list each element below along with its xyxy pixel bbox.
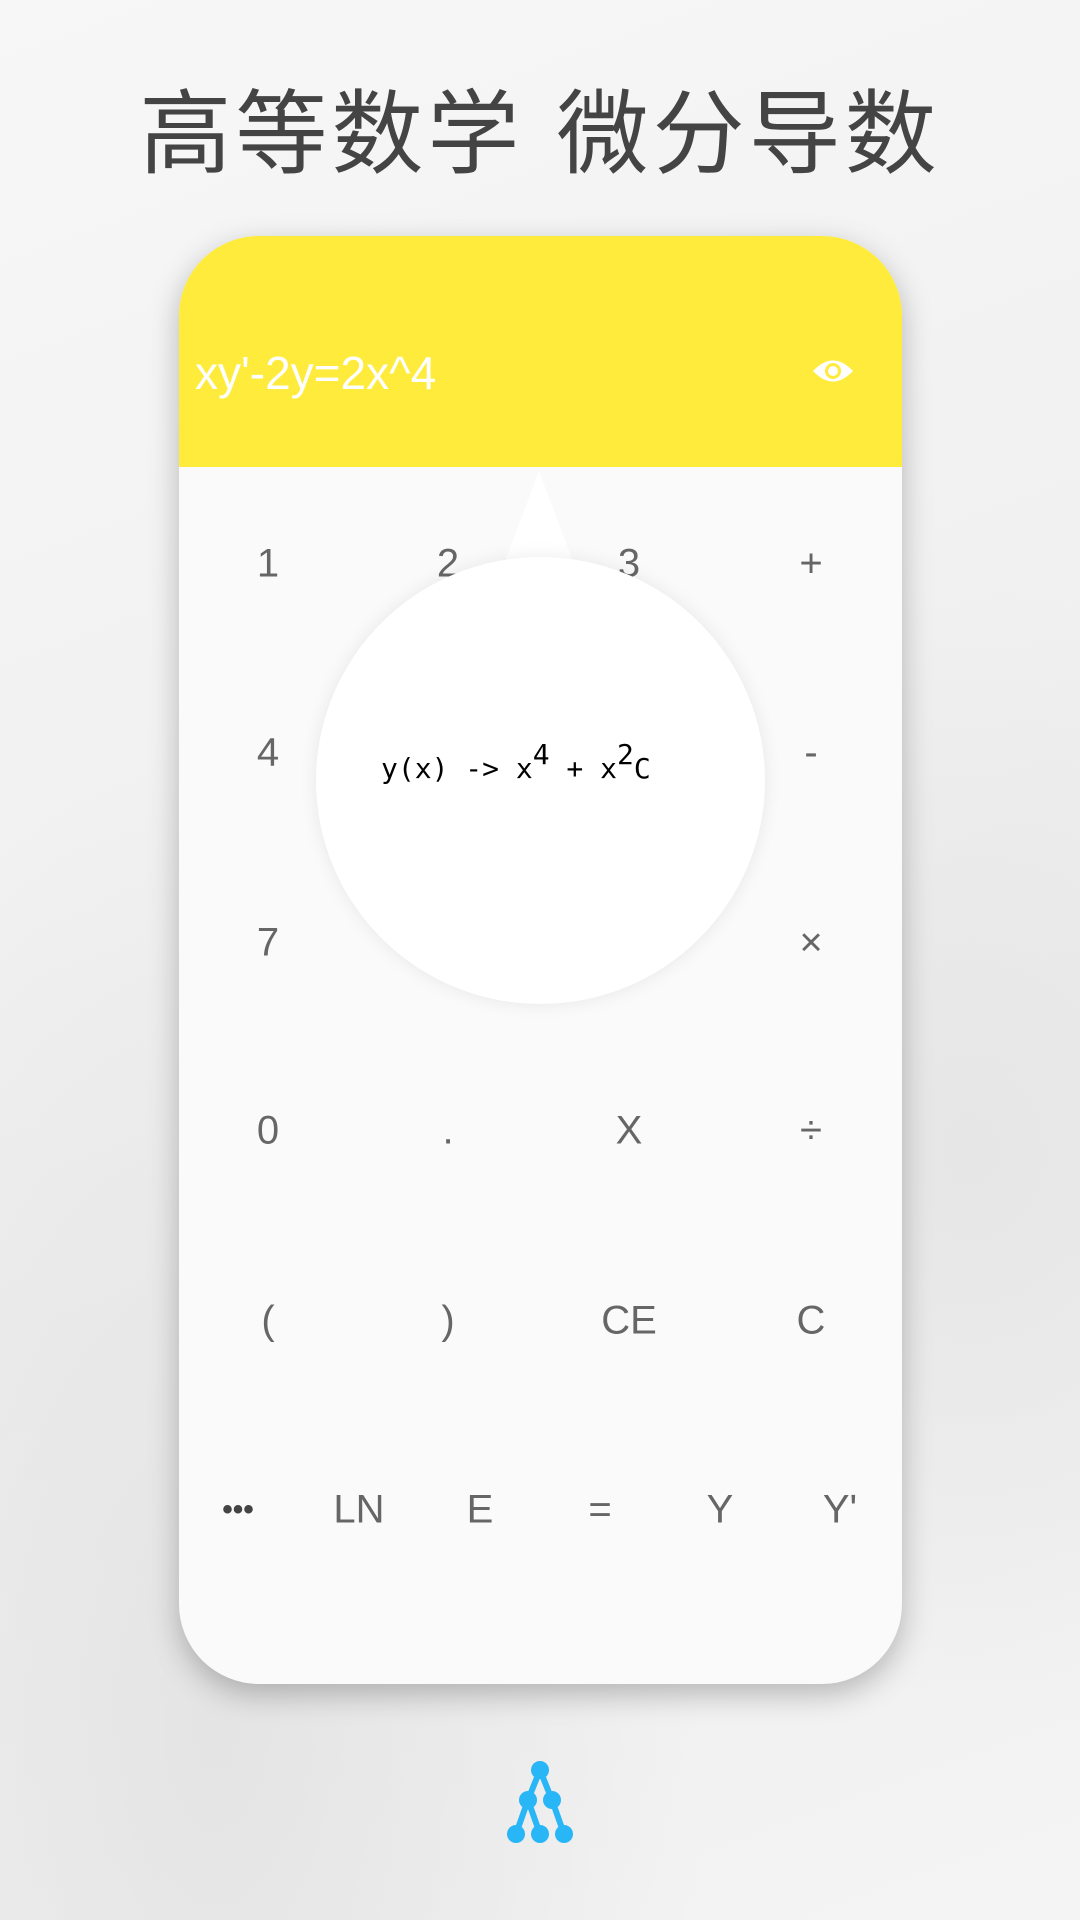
result-prefix: y(x) -> x	[381, 752, 533, 785]
key-button[interactable]: .	[442, 1109, 453, 1154]
bubble-pointer	[503, 471, 575, 567]
eye-icon[interactable]	[811, 356, 855, 386]
expression-header: xy'-2y=2x^4	[179, 236, 902, 467]
key-button[interactable]: 1	[257, 542, 279, 587]
app-logo-icon	[507, 1761, 573, 1843]
key-button[interactable]: Y	[707, 1488, 734, 1533]
key-button[interactable]: E	[467, 1488, 494, 1533]
result-constant: C	[633, 752, 651, 785]
page-title: 高等数学 微分导数	[139, 81, 941, 188]
key-button[interactable]: CE	[601, 1299, 657, 1344]
key-button[interactable]: -	[804, 731, 817, 776]
key-button[interactable]: X	[616, 1109, 643, 1154]
more-button[interactable]: •••	[222, 1493, 254, 1527]
key-button[interactable]: =	[588, 1488, 611, 1533]
key-button[interactable]: LN	[333, 1488, 384, 1533]
result-exponent-1: 4	[532, 738, 550, 771]
key-button[interactable]: 0	[257, 1109, 279, 1154]
key-button[interactable]: 4	[257, 731, 279, 776]
result-middle: + x	[549, 752, 618, 785]
result-text: y(x) -> x4 + x2C	[381, 738, 651, 785]
key-button[interactable]: +	[799, 542, 822, 587]
result-exponent-2: 2	[617, 738, 634, 771]
key-button[interactable]: )	[441, 1299, 454, 1344]
key-button[interactable]: C	[797, 1299, 826, 1344]
key-button[interactable]: ÷	[800, 1109, 822, 1154]
key-button[interactable]: 7	[257, 921, 279, 966]
expression-display[interactable]: xy'-2y=2x^4	[195, 346, 436, 400]
key-button[interactable]: Y'	[823, 1488, 857, 1533]
key-button[interactable]: (	[261, 1299, 274, 1344]
key-button[interactable]: ×	[799, 921, 822, 966]
